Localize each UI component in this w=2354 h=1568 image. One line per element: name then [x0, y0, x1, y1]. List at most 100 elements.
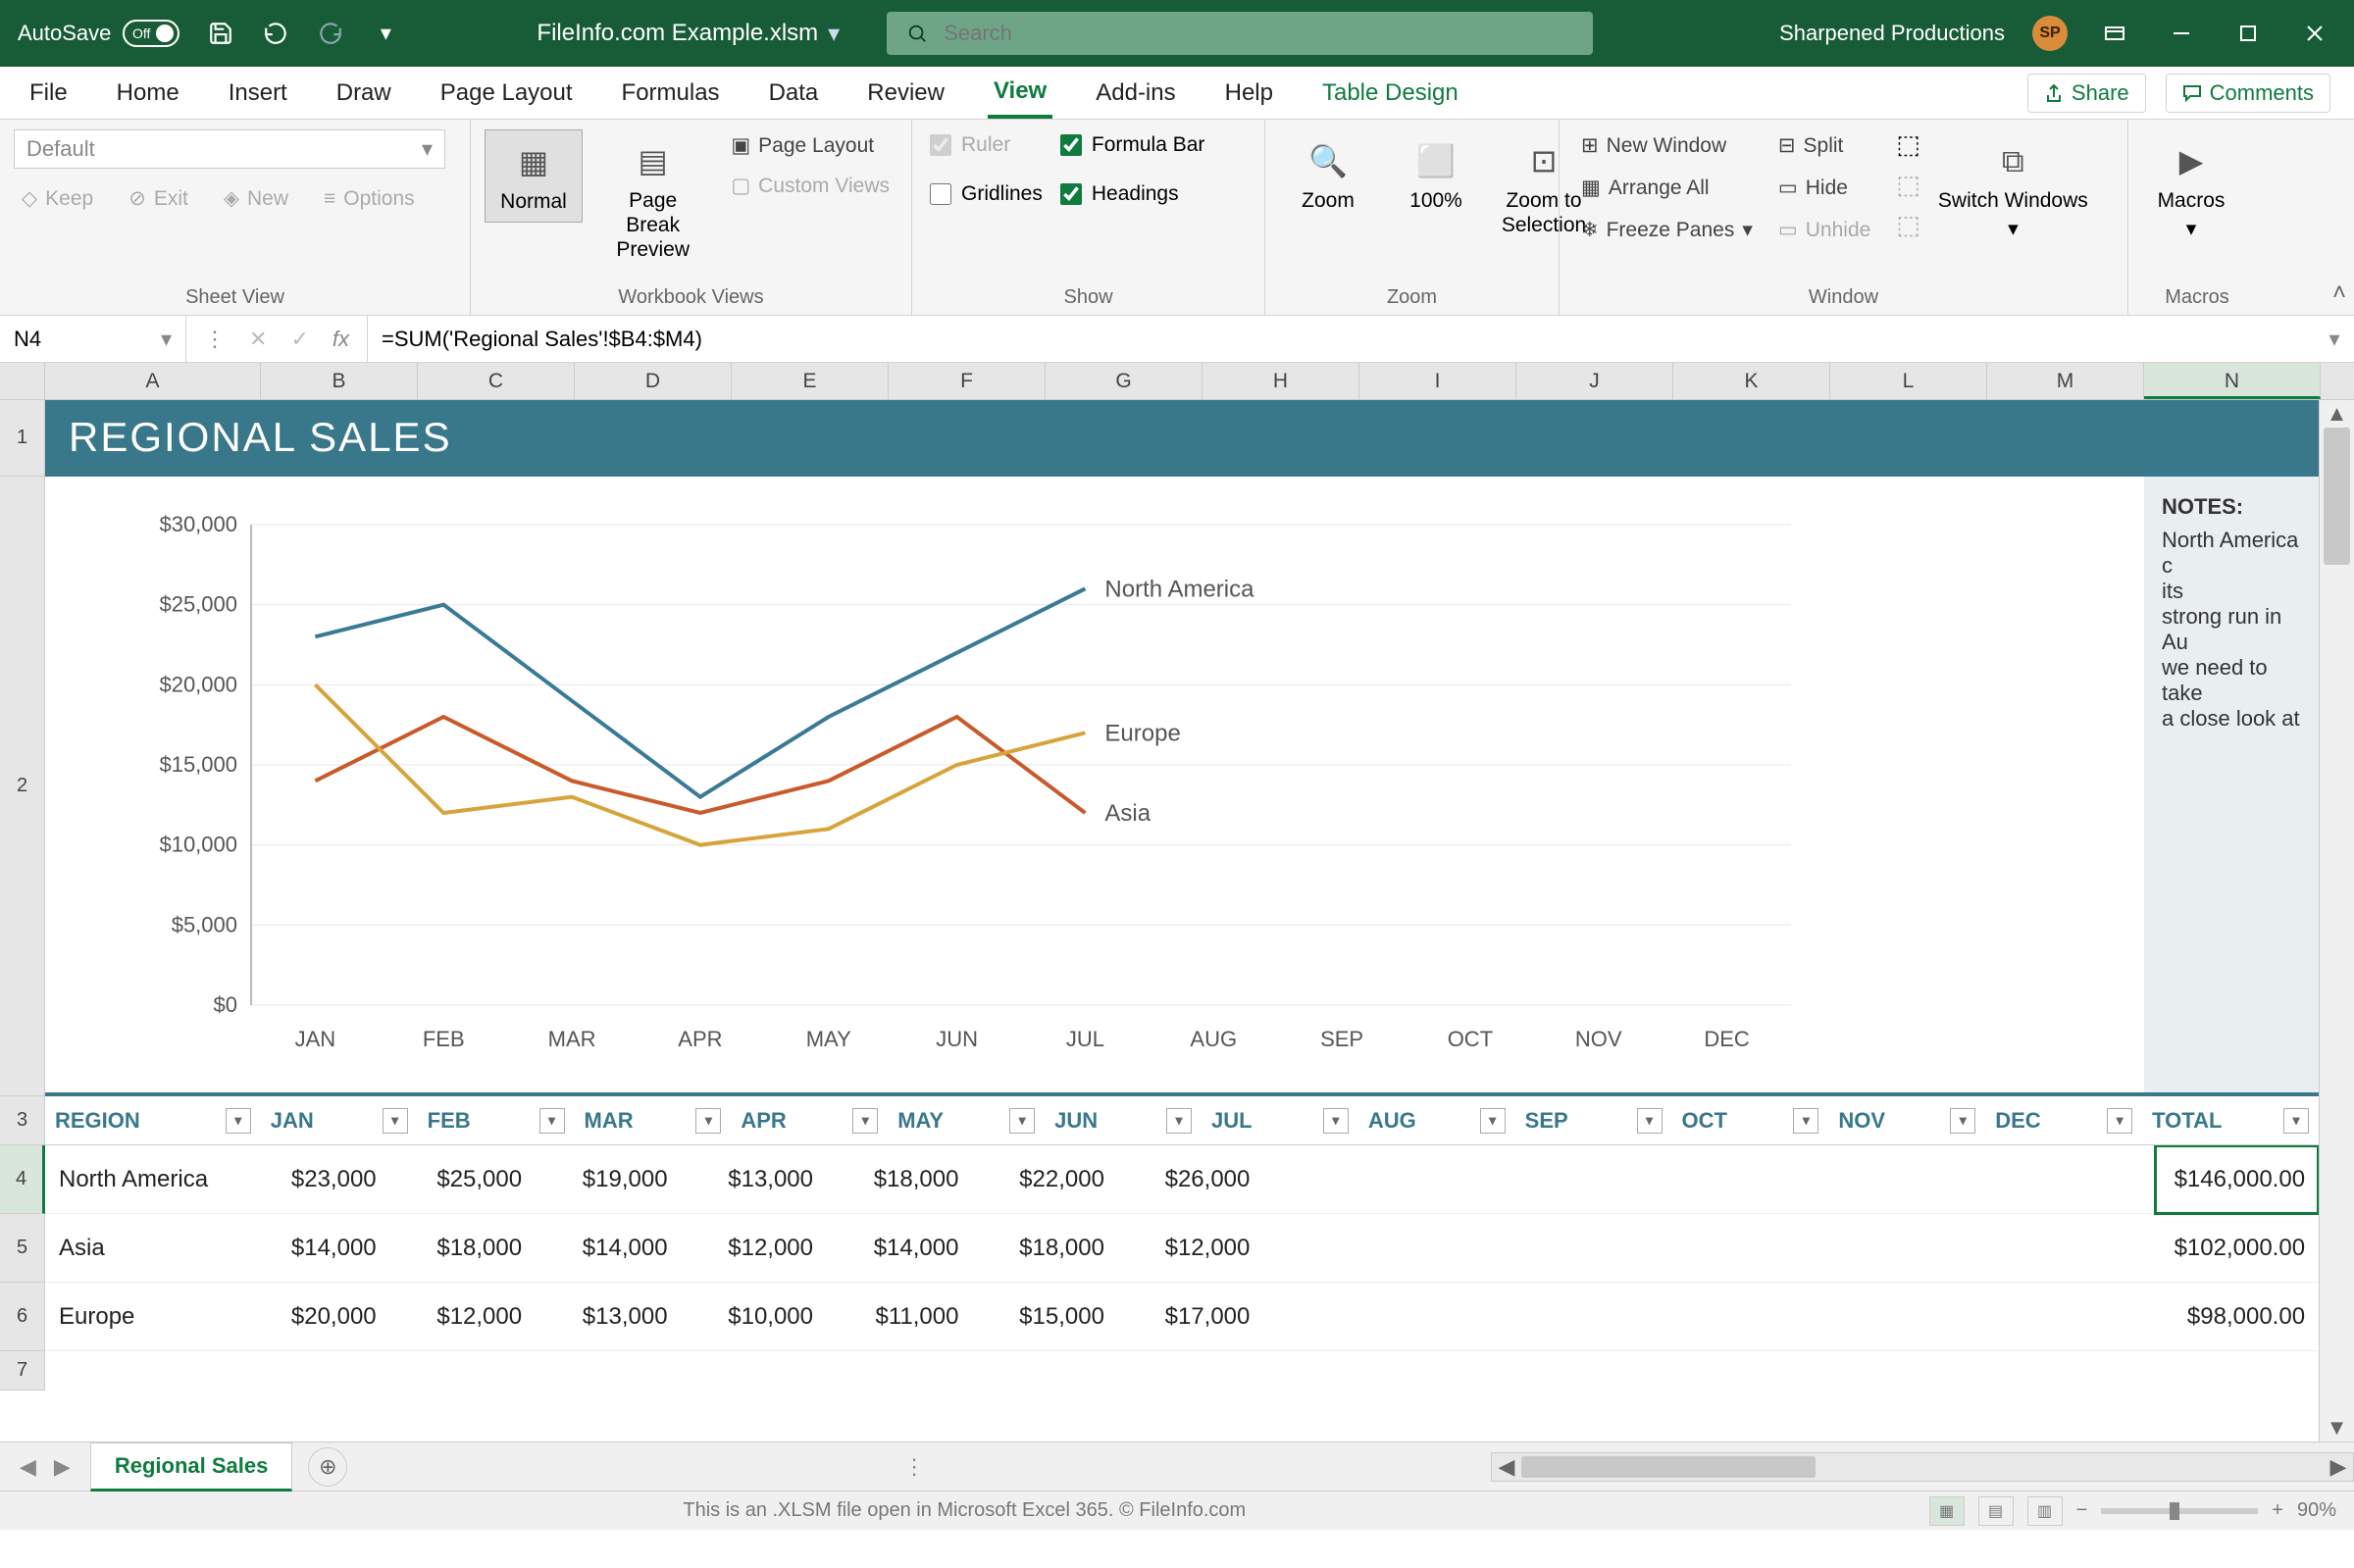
table-header-cell[interactable]: NOV▾: [1828, 1096, 1985, 1145]
filter-dropdown-icon[interactable]: ▾: [2283, 1108, 2309, 1134]
scroll-up-icon[interactable]: ▲: [2320, 400, 2354, 428]
filter-dropdown-icon[interactable]: ▾: [539, 1108, 565, 1134]
sync-icon-1[interactable]: ⬚: [1896, 129, 1920, 160]
filter-dropdown-icon[interactable]: ▾: [1793, 1108, 1818, 1134]
tab-file[interactable]: File: [24, 70, 74, 117]
data-cell[interactable]: [1701, 1145, 1846, 1214]
unhide-button[interactable]: ▭Unhide: [1770, 214, 1878, 246]
sync-icon-2[interactable]: ⬚: [1896, 170, 1920, 200]
data-cell[interactable]: $12,000: [390, 1283, 536, 1351]
column-header-C[interactable]: C: [418, 363, 575, 399]
search-box[interactable]: [887, 12, 1593, 55]
table-header-cell[interactable]: JUL▾: [1202, 1096, 1358, 1145]
data-cell[interactable]: $10,000: [682, 1283, 827, 1351]
table-header-cell[interactable]: TOTAL▾: [2142, 1096, 2319, 1145]
row-header-5[interactable]: 5: [0, 1214, 45, 1283]
row-header-4[interactable]: 4: [0, 1145, 45, 1214]
avatar[interactable]: SP: [2032, 16, 2068, 51]
headings-checkbox[interactable]: Headings: [1056, 178, 1209, 210]
macros-button[interactable]: ▶Macros▾: [2142, 129, 2240, 249]
data-cell[interactable]: [1555, 1283, 1700, 1351]
comments-button[interactable]: Comments: [2166, 74, 2330, 113]
chart[interactable]: $0$5,000$10,000$15,000$20,000$25,000$30,…: [45, 477, 2144, 1092]
ruler-input[interactable]: [930, 134, 951, 156]
minimize-icon[interactable]: [2162, 14, 2201, 53]
tab-page-layout[interactable]: Page Layout: [435, 70, 579, 117]
data-cell[interactable]: [1846, 1145, 1991, 1214]
table-header-cell[interactable]: JUN▾: [1045, 1096, 1202, 1145]
data-cell[interactable]: $14,000: [827, 1214, 972, 1283]
filter-dropdown-icon[interactable]: ▾: [2107, 1108, 2132, 1134]
filter-dropdown-icon[interactable]: ▾: [695, 1108, 721, 1134]
zoom-level[interactable]: 90%: [2297, 1499, 2336, 1522]
data-cell[interactable]: $22,000: [972, 1145, 1117, 1214]
zoom-button[interactable]: 🔍Zoom: [1279, 129, 1377, 221]
data-cell[interactable]: [1263, 1283, 1408, 1351]
data-cell[interactable]: [1263, 1214, 1408, 1283]
exit-button[interactable]: ⊘Exit: [121, 182, 196, 215]
custom-views-button[interactable]: ▢Custom Views: [723, 170, 897, 202]
view-page-break-icon[interactable]: ▥: [2027, 1496, 2063, 1526]
data-cell[interactable]: $17,000: [1118, 1283, 1263, 1351]
tab-home[interactable]: Home: [111, 70, 185, 117]
tab-view[interactable]: View: [988, 68, 1052, 119]
tab-help[interactable]: Help: [1219, 70, 1279, 117]
undo-icon[interactable]: [262, 20, 289, 47]
normal-view-button[interactable]: ▦Normal: [485, 129, 583, 223]
data-cell[interactable]: $14,000: [244, 1214, 389, 1283]
data-cell[interactable]: $20,000: [244, 1283, 389, 1351]
table-header-cell[interactable]: OCT▾: [1672, 1096, 1829, 1145]
row-header-2[interactable]: 2: [0, 477, 45, 1096]
table-header-cell[interactable]: FEB▾: [418, 1096, 575, 1145]
ribbon-display-icon[interactable]: [2095, 14, 2134, 53]
column-header-J[interactable]: J: [1516, 363, 1673, 399]
tab-addins[interactable]: Add-ins: [1090, 70, 1181, 117]
total-cell[interactable]: $102,000.00: [2155, 1214, 2319, 1283]
tab-insert[interactable]: Insert: [223, 70, 293, 117]
data-cell[interactable]: $19,000: [536, 1145, 681, 1214]
zoom-knob[interactable]: [2170, 1502, 2179, 1520]
column-header-H[interactable]: H: [1203, 363, 1359, 399]
data-cell[interactable]: [1409, 1145, 1555, 1214]
column-header-M[interactable]: M: [1987, 363, 2144, 399]
collapse-ribbon-icon[interactable]: ˄: [2332, 279, 2346, 307]
headings-input[interactable]: [1060, 183, 1082, 205]
tab-split-icon[interactable]: ⋮: [903, 1454, 925, 1480]
column-header-N[interactable]: N: [2144, 363, 2321, 399]
data-cell[interactable]: [1409, 1214, 1555, 1283]
tab-data[interactable]: Data: [763, 70, 825, 117]
autosave-toggle[interactable]: AutoSave Off: [18, 20, 179, 47]
ruler-checkbox[interactable]: Ruler: [926, 129, 1047, 161]
tab-review[interactable]: Review: [861, 70, 950, 117]
formula-input[interactable]: =SUM('Regional Sales'!$B4:$M4): [368, 316, 2315, 362]
qat-dropdown-icon[interactable]: ▾: [372, 20, 399, 47]
sheet-prev-icon[interactable]: ◀: [20, 1454, 36, 1480]
total-cell[interactable]: $146,000.00: [2155, 1145, 2319, 1214]
table-header-cell[interactable]: DEC▾: [1985, 1096, 2142, 1145]
row-header-7[interactable]: 7: [0, 1351, 45, 1391]
split-button[interactable]: ⊟Split: [1770, 129, 1878, 162]
sync-icon-3[interactable]: ⬚: [1896, 210, 1920, 240]
filename-dropdown-icon[interactable]: ▾: [828, 20, 840, 48]
filter-dropdown-icon[interactable]: ▾: [383, 1108, 408, 1134]
tab-formulas[interactable]: Formulas: [616, 70, 726, 117]
expand-formula-icon[interactable]: ▾: [2315, 316, 2354, 362]
toggle-switch[interactable]: Off: [123, 20, 179, 47]
zoom-slider[interactable]: [2101, 1508, 2258, 1514]
row-header-3[interactable]: 3: [0, 1096, 45, 1145]
data-cell[interactable]: $12,000: [1118, 1214, 1263, 1283]
chevron-down-icon[interactable]: ▾: [161, 327, 172, 352]
formula-bar-checkbox[interactable]: Formula Bar: [1056, 129, 1209, 161]
keep-button[interactable]: ◇Keep: [14, 182, 101, 215]
table-header-cell[interactable]: AUG▾: [1358, 1096, 1515, 1145]
data-cell[interactable]: $18,000: [390, 1214, 536, 1283]
sheet-view-dropdown[interactable]: Default▾: [14, 129, 445, 169]
data-cell[interactable]: [1992, 1145, 2156, 1214]
fx-icon[interactable]: fx: [333, 327, 349, 352]
column-header-F[interactable]: F: [889, 363, 1046, 399]
data-cell[interactable]: $18,000: [827, 1145, 972, 1214]
formula-more-icon[interactable]: ⋮: [204, 327, 226, 352]
hscroll-thumb[interactable]: [1521, 1456, 1816, 1478]
data-cell[interactable]: $13,000: [536, 1283, 681, 1351]
page-break-button[interactable]: ▤Page Break Preview: [592, 129, 713, 271]
